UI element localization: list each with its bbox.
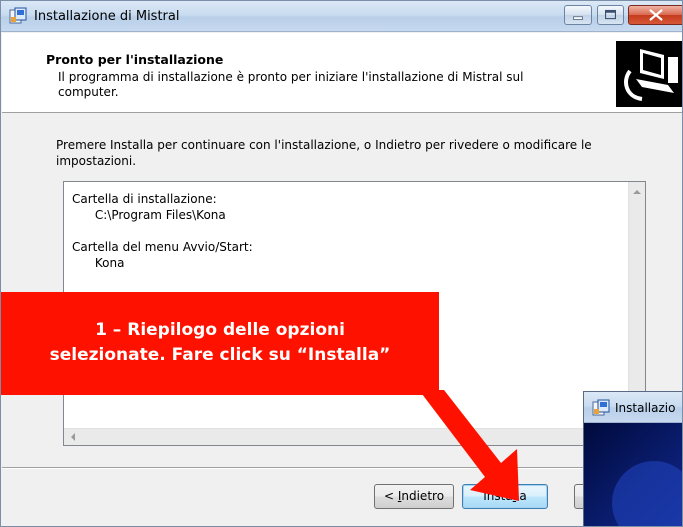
- minimize-button[interactable]: [564, 5, 592, 25]
- secondary-installer-window[interactable]: Installazio: [583, 391, 682, 526]
- footer-divider: [2, 467, 682, 469]
- summary-memo-text: Cartella di installazione: C:\Program Fi…: [72, 191, 253, 271]
- maximize-button[interactable]: [597, 5, 624, 25]
- callout-text: 1 – Riepilogo delle opzioni selezionate.…: [1, 318, 439, 368]
- instructions-text: Premere Installa per continuare con l'in…: [56, 138, 592, 168]
- memo-line: Cartella di installazione:: [72, 192, 217, 206]
- page-description: Il programma di installazione è pronto p…: [58, 70, 524, 99]
- title-bar[interactable]: Installazione di Mistral: [1, 1, 682, 32]
- installer-computer-icon: [616, 41, 682, 107]
- installer-window: Installazione di Mistral Pronto per l'in…: [0, 0, 683, 527]
- scroll-left-arrow-icon[interactable]: [71, 433, 75, 441]
- back-button[interactable]: < Indietro: [374, 484, 454, 509]
- memo-line: Kona: [72, 256, 125, 270]
- close-button[interactable]: [628, 5, 682, 25]
- secondary-window-title: Installazio: [615, 401, 676, 415]
- app-icon: [9, 7, 27, 25]
- callout-line: selezionate. Fare click su “Installa”: [49, 345, 391, 365]
- horizontal-scrollbar[interactable]: [64, 428, 629, 445]
- window-title: Installazione di Mistral: [34, 9, 180, 24]
- tutorial-callout: 1 – Riepilogo delle opzioni selezionate.…: [1, 292, 439, 395]
- page-title: Pronto per l'installazione: [46, 52, 224, 67]
- install-button[interactable]: Installa: [462, 484, 548, 509]
- back-button-label: ndietro: [401, 489, 445, 503]
- back-button-prefix: <: [383, 489, 398, 503]
- memo-line: C:\Program Files\Kona: [72, 208, 226, 222]
- close-icon: [649, 9, 663, 21]
- secondary-title-bar[interactable]: Installazio: [584, 392, 682, 423]
- install-button-label: la: [516, 489, 527, 503]
- scroll-up-arrow-icon[interactable]: [633, 190, 641, 194]
- memo-line: Cartella del menu Avvio/Start:: [72, 240, 253, 254]
- maximize-icon: [605, 9, 616, 20]
- secondary-window-content: [584, 423, 682, 526]
- wizard-header: Pronto per l'installazione Il programma …: [2, 33, 682, 113]
- callout-line: 1 – Riepilogo delle opzioni: [95, 320, 345, 340]
- minimize-icon: [573, 16, 583, 20]
- app-icon: [592, 399, 610, 417]
- install-button-prefix: Insta: [483, 489, 513, 503]
